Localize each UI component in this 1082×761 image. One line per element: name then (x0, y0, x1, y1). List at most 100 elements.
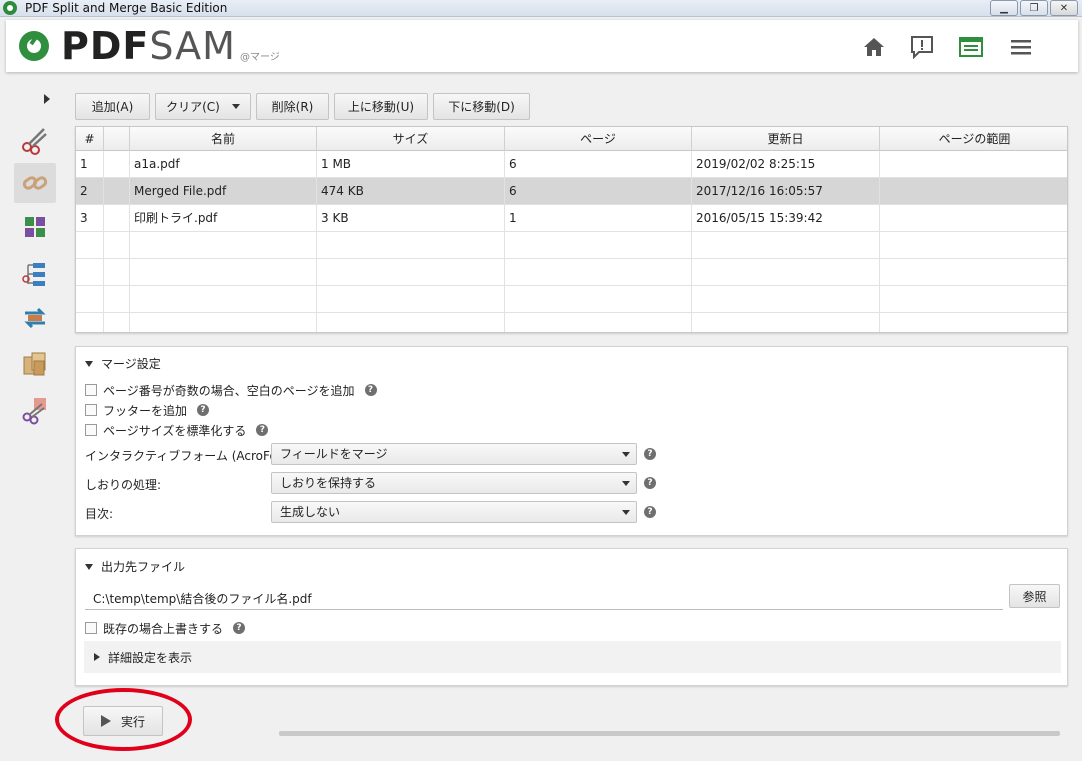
help-icon[interactable]: ? (644, 506, 656, 518)
run-label: 実行 (120, 714, 145, 729)
toc-value: 生成しない (280, 505, 341, 519)
row-status (104, 151, 130, 178)
maximize-button[interactable]: ❐ (1020, 0, 1048, 16)
expand-sidebar-icon[interactable] (44, 94, 50, 104)
minimize-button[interactable]: ▁ (990, 0, 1018, 16)
run-button[interactable]: 実行 (83, 706, 163, 736)
advanced-settings-toggle[interactable]: 詳細設定を表示 (84, 641, 1061, 673)
play-icon (100, 715, 111, 727)
browse-button[interactable]: 参照 (1009, 584, 1060, 608)
clear-button-label: クリア(C) (166, 100, 220, 114)
help-icon[interactable]: ? (364, 384, 377, 396)
home-icon[interactable] (861, 34, 887, 60)
output-header[interactable]: 出力先ファイル (85, 558, 185, 575)
chevron-down-icon (231, 104, 240, 109)
split-by-bookmarks-icon[interactable] (14, 255, 56, 295)
normalize-option: ページサイズを標準化する ? (85, 422, 269, 438)
row-size: 1 MB (317, 151, 505, 178)
row-pages: 6 (505, 151, 692, 178)
output-panel: 出力先ファイル 参照 既存の場合上書きする ? 詳細設定を表示 (75, 548, 1068, 686)
acroforms-value: フィールドをマージ (280, 447, 388, 461)
row-number: 1 (76, 151, 104, 178)
output-path-input[interactable] (85, 587, 1003, 610)
bookmarks-value: しおりを保持する (280, 476, 377, 490)
empty-row (76, 232, 1067, 259)
merge-settings-header[interactable]: マージ設定 (85, 355, 161, 372)
alternate-mix-icon[interactable] (14, 208, 56, 248)
feedback-icon[interactable] (909, 34, 935, 60)
split-by-size-icon[interactable] (14, 390, 56, 430)
clear-button[interactable]: クリア(C) (155, 93, 251, 120)
advanced-settings-label: 詳細設定を表示 (108, 650, 193, 665)
empty-row (76, 286, 1067, 313)
row-page-range[interactable] (880, 178, 1067, 205)
table-row-selected[interactable]: 2 Merged File.pdf 474 KB 6 2017/12/16 16… (76, 178, 1067, 205)
row-name: 印刷トライ.pdf (130, 205, 317, 232)
col-name[interactable]: 名前 (130, 127, 317, 151)
bookmarks-select[interactable]: しおりを保持する (271, 472, 637, 494)
table-header: # 名前 サイズ ページ 更新日 ページの範囲 (76, 127, 1067, 151)
row-modified: 2019/02/02 8:25:15 (692, 151, 880, 178)
footer-label: フッターを追加 (103, 403, 188, 418)
tools-sidebar (0, 82, 70, 761)
empty-row (76, 259, 1067, 286)
row-name: Merged File.pdf (130, 178, 317, 205)
app-logo: PDFSAM (61, 24, 236, 68)
row-pages: 6 (505, 178, 692, 205)
col-modified[interactable]: 更新日 (692, 127, 880, 151)
help-icon[interactable]: ? (256, 424, 269, 436)
window-titlebar: PDF Split and Merge Basic Edition ▁ ❐ ✕ (0, 0, 1082, 17)
acroforms-select[interactable]: フィールドをマージ (271, 443, 637, 465)
merge-settings-panel: マージ設定 ページ番号が奇数の場合、空白のページを追加 ? フッターを追加 ? … (75, 346, 1068, 536)
close-button[interactable]: ✕ (1050, 0, 1078, 16)
news-icon[interactable] (958, 34, 984, 60)
window-title: PDF Split and Merge Basic Edition (25, 1, 228, 15)
col-number[interactable]: # (76, 127, 104, 151)
row-size: 3 KB (317, 205, 505, 232)
row-pages: 1 (505, 205, 692, 232)
table-row[interactable]: 3 印刷トライ.pdf 3 KB 1 2016/05/15 15:39:42 (76, 205, 1067, 232)
row-size: 474 KB (317, 178, 505, 205)
chevron-down-icon (622, 481, 630, 486)
pdfsam-logo-icon (19, 31, 49, 61)
help-icon[interactable]: ? (233, 622, 246, 634)
overwrite-label: 既存の場合上書きする (103, 621, 224, 636)
toc-label: 目次: (85, 507, 114, 521)
output-title: 出力先ファイル (101, 560, 186, 574)
collapse-icon (85, 360, 93, 367)
merge-icon[interactable] (14, 163, 56, 203)
file-table: # 名前 サイズ ページ 更新日 ページの範囲 1 a1a.pdf 1 MB 6… (75, 126, 1068, 333)
row-status (104, 178, 130, 205)
add-button[interactable]: 追加(A) (75, 93, 150, 120)
row-number: 2 (76, 178, 104, 205)
normalize-checkbox[interactable] (85, 424, 97, 436)
row-modified: 2016/05/15 15:39:42 (692, 205, 880, 232)
footer-option: フッターを追加 ? (85, 402, 210, 418)
move-up-button[interactable]: 上に移動(U) (334, 93, 428, 120)
row-page-range[interactable] (880, 151, 1067, 178)
blank-page-option: ページ番号が奇数の場合、空白のページを追加 ? (85, 382, 377, 398)
app-header: PDFSAM @マージ (6, 20, 1078, 72)
col-size[interactable]: サイズ (317, 127, 505, 151)
split-icon[interactable] (14, 120, 56, 160)
merge-settings-title: マージ設定 (101, 357, 161, 371)
col-pages[interactable]: ページ (505, 127, 692, 151)
toc-select[interactable]: 生成しない (271, 501, 637, 523)
overwrite-checkbox[interactable] (85, 622, 97, 634)
rotate-icon[interactable] (14, 298, 56, 338)
help-icon[interactable]: ? (644, 448, 656, 460)
window-controls: ▁ ❐ ✕ (990, 0, 1078, 16)
remove-button[interactable]: 削除(R) (256, 93, 329, 120)
chevron-down-icon (622, 510, 630, 515)
col-page-range[interactable]: ページの範囲 (880, 127, 1067, 151)
help-icon[interactable]: ? (644, 477, 656, 489)
move-down-button[interactable]: 下に移動(D) (433, 93, 530, 120)
menu-icon[interactable] (1008, 34, 1034, 60)
row-page-range[interactable] (880, 205, 1067, 232)
col-status[interactable] (104, 127, 130, 151)
footer-checkbox[interactable] (85, 404, 97, 416)
table-row[interactable]: 1 a1a.pdf 1 MB 6 2019/02/02 8:25:15 (76, 151, 1067, 178)
extract-icon[interactable] (14, 344, 56, 384)
help-icon[interactable]: ? (197, 404, 210, 416)
blank-page-checkbox[interactable] (85, 384, 97, 396)
